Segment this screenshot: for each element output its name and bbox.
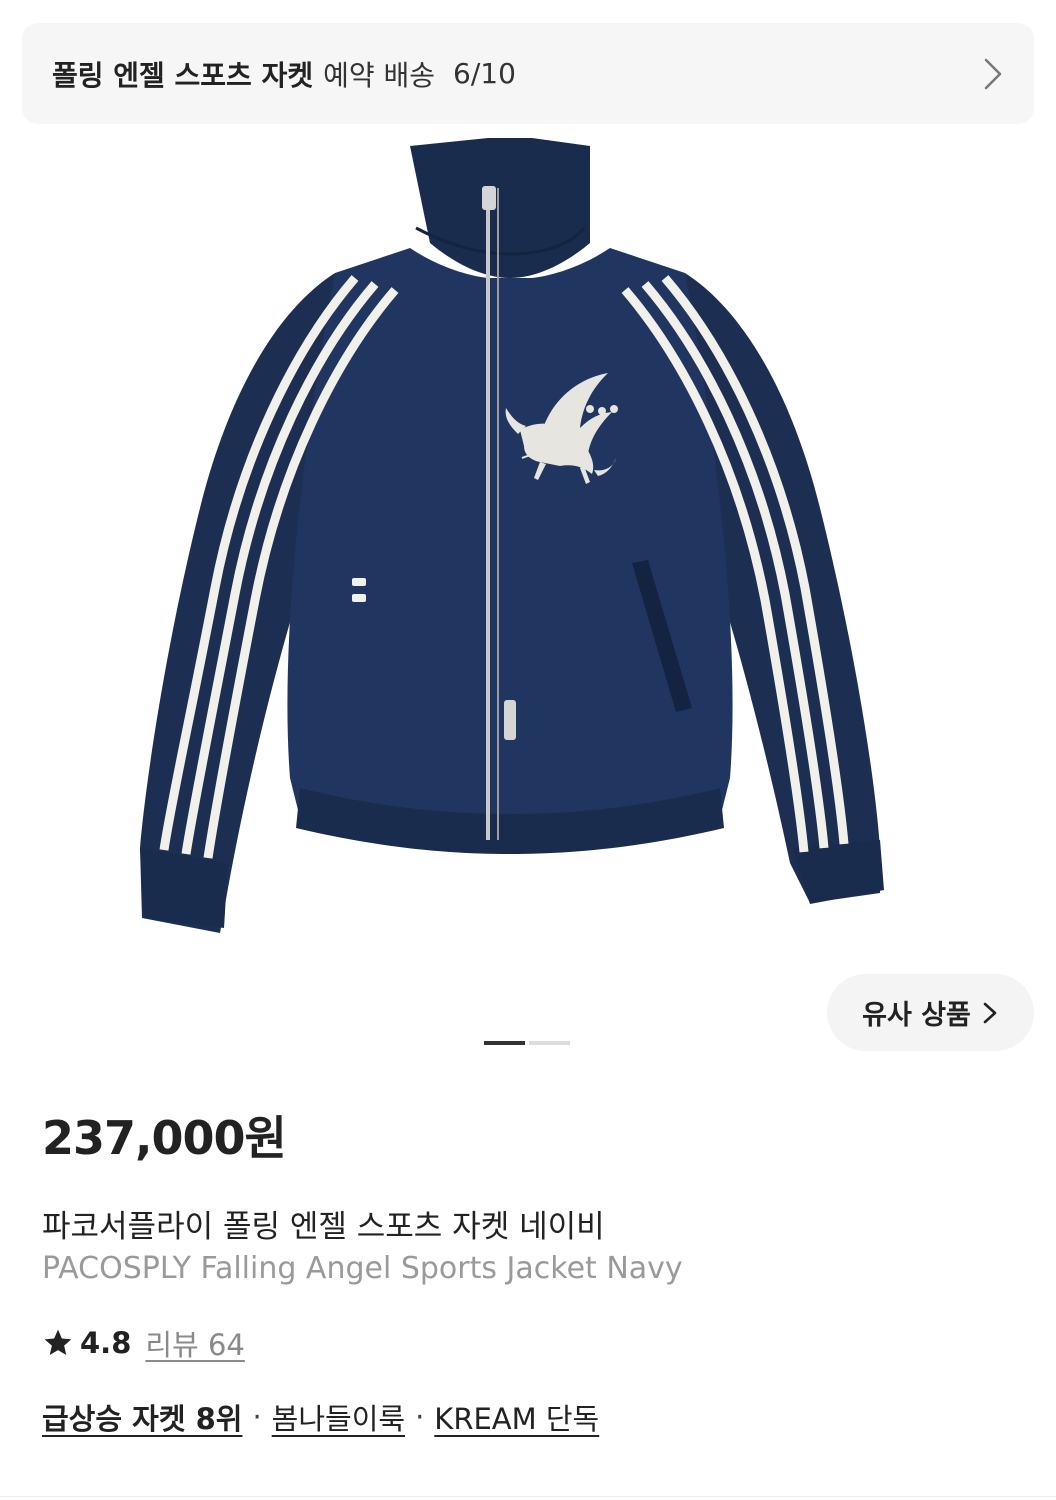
product-image[interactable]	[120, 128, 900, 938]
jacket-illustration	[140, 138, 884, 933]
rating-row: 4.8 리뷰 64	[42, 1322, 245, 1364]
pager-indicator-active	[484, 1041, 525, 1045]
tag-separator: ·	[415, 1400, 425, 1434]
tag-spring-look[interactable]: 봄나들이룩	[272, 1396, 405, 1438]
chevron-right-icon	[983, 1002, 997, 1023]
pager-indicator	[529, 1041, 570, 1045]
image-pager	[484, 1041, 570, 1045]
product-price: 237,000원	[42, 1111, 287, 1165]
similar-products-button[interactable]: 유사 상품	[827, 974, 1034, 1051]
product-name-korean: 파코서플라이 폴링 엔젤 스포츠 자켓 네이비	[42, 1209, 605, 1245]
banner-subtitle: 예약 배송	[323, 58, 436, 92]
banner-date: 6/10	[453, 57, 516, 90]
similar-products-label: 유사 상품	[862, 1000, 971, 1031]
tag-separator: ·	[252, 1400, 262, 1434]
tag-ranking[interactable]: 급상승 자켓 8위	[42, 1396, 242, 1438]
delivery-banner[interactable]: 폴링 엔젤 스포츠 자켓 예약 배송 6/10	[22, 23, 1034, 124]
divider	[0, 1496, 1056, 1497]
rating-value: 4.8	[80, 1326, 132, 1360]
product-name-english: PACOSPLY Falling Angel Sports Jacket Nav…	[42, 1251, 683, 1286]
product-page: 폴링 엔젤 스포츠 자켓 예약 배송 6/10 유사 상품 237,000원 파…	[0, 0, 1056, 1500]
star-icon	[44, 1329, 72, 1355]
review-count-link[interactable]: 리뷰 64	[145, 1322, 244, 1364]
tag-kream-exclusive[interactable]: KREAM 단독	[434, 1396, 599, 1438]
banner-title: 폴링 엔젤 스포츠 자켓	[52, 58, 314, 92]
chevron-right-icon	[984, 58, 1002, 89]
product-tags: 급상승 자켓 8위 · 봄나들이룩 · KREAM 단독	[42, 1396, 599, 1438]
